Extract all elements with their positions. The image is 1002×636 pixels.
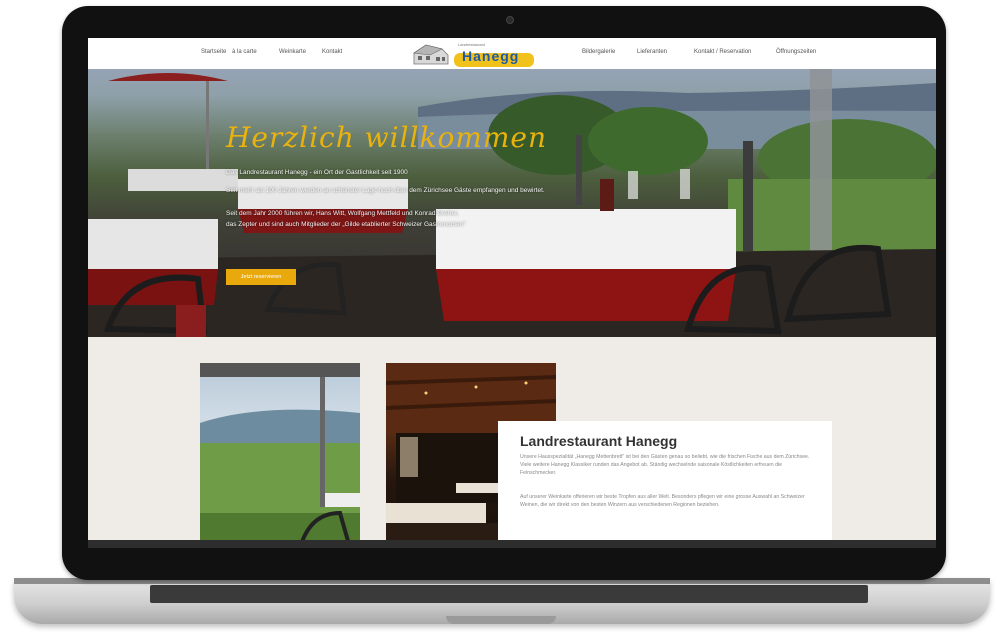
nav-link-a-la-carte[interactable]: à la carte (232, 49, 257, 55)
camera-icon (506, 16, 514, 24)
hero-banner: Herzlich willkommen Das Landrestaurant H… (88, 69, 936, 337)
hero-guild-line: das Zepter und sind auch Mitglieder der … (226, 221, 466, 228)
about-paragraph-food: Unsere Hausspezialität „Hanegg Mettenbre… (520, 454, 810, 476)
screen-bottom-edge (88, 540, 936, 548)
nav-link-oeffnungszeiten[interactable]: Öffnungszeiten (776, 49, 816, 55)
nav-link-kontakt-reservation[interactable]: Kontakt / Reservation (694, 49, 751, 55)
house-logo-icon (413, 44, 449, 65)
terrace-view-image (200, 363, 360, 548)
logo-name: Hanegg (462, 48, 520, 64)
website-screen: Startseite à la carte Weinkarte Kontakt … (88, 38, 936, 548)
nav-link-startseite[interactable]: Startseite (201, 49, 226, 55)
terrace-photo (88, 69, 936, 337)
logo-subtitle: Landrestaurant (458, 42, 485, 47)
nav-link-kontakt[interactable]: Kontakt (322, 49, 342, 55)
about-section: Landrestaurant Hanegg Unsere Hausspezial… (88, 337, 936, 548)
laptop-keyboard (150, 585, 868, 603)
hero-title: Herzlich willkommen (226, 121, 548, 154)
about-paragraph-wine: Auf unserer Weinkarte offerieren wir bes… (520, 494, 805, 508)
top-navigation: Startseite à la carte Weinkarte Kontakt … (88, 38, 936, 69)
reserve-button[interactable]: Jetzt reservieren (226, 269, 296, 285)
restaurant-info-card: Landrestaurant Hanegg Unsere Hausspezial… (498, 421, 832, 541)
nav-link-lieferanten[interactable]: Lieferanten (637, 49, 667, 55)
hero-history-line: Seit mehr als 100 Jahren werden an schön… (226, 187, 545, 194)
hero-owners-line: Seit dem Jahr 2000 führen wir, Hans Witt… (226, 210, 459, 217)
laptop-notch (446, 616, 556, 624)
nav-link-bildergalerie[interactable]: Bildergalerie (582, 49, 615, 55)
terrace-view-photo (200, 363, 360, 548)
hanegg-logo[interactable]: Landrestaurant Hanegg (410, 39, 540, 69)
nav-link-weinkarte[interactable]: Weinkarte (279, 49, 306, 55)
restaurant-name-heading: Landrestaurant Hanegg (520, 433, 678, 449)
hero-intro-line: Das Landrestaurant Hanegg - ein Ort der … (226, 169, 408, 176)
